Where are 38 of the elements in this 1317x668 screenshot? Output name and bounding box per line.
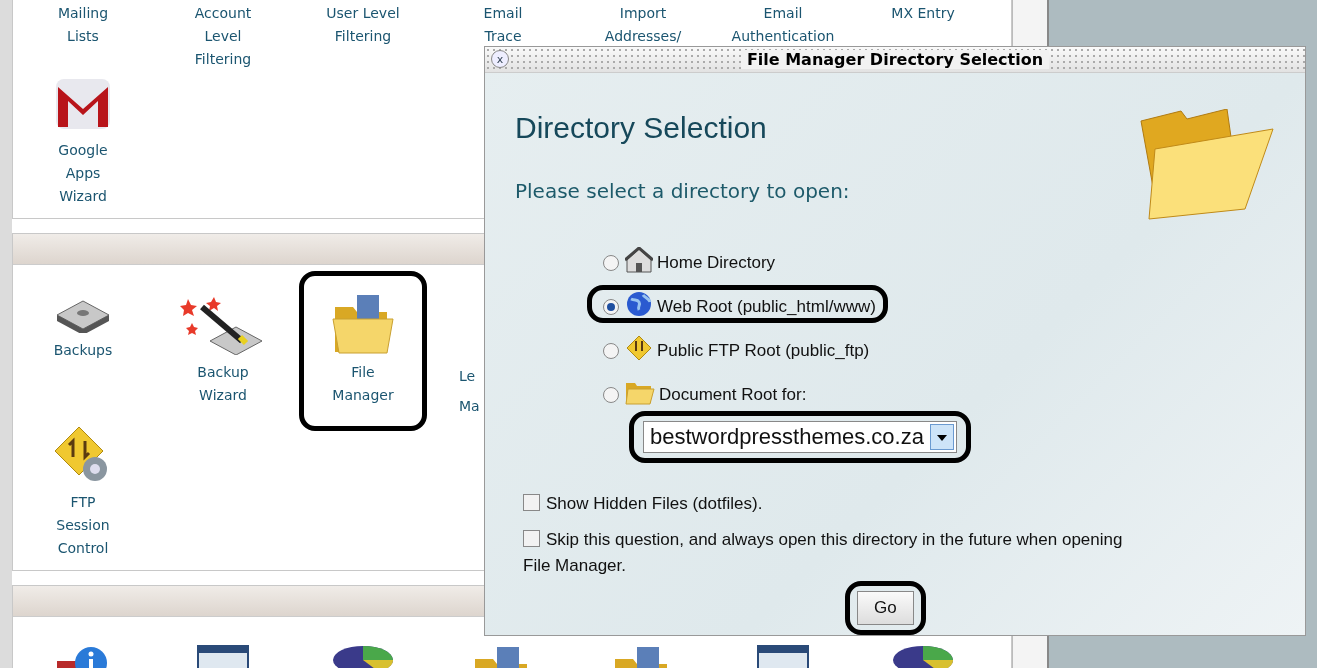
radio-button[interactable] bbox=[603, 255, 619, 271]
caret-icon bbox=[929, 424, 954, 450]
directory-option[interactable]: Web Root (public_html/www) bbox=[603, 291, 876, 317]
tool-link[interactable]: Le Ma bbox=[459, 361, 480, 421]
domain-dropdown[interactable]: bestwordpressthemes.co.za bbox=[643, 421, 957, 453]
radio-button[interactable] bbox=[603, 299, 619, 315]
tool-link[interactable]: Backup Wizard bbox=[197, 361, 249, 407]
folder-icon bbox=[331, 293, 395, 355]
tool-link[interactable]: Backups bbox=[53, 339, 113, 362]
tool-link[interactable]: FTP Session Control bbox=[56, 491, 110, 560]
tool-link[interactable]: File Manager bbox=[332, 361, 394, 407]
close-button[interactable]: x bbox=[491, 50, 509, 68]
house-icon bbox=[625, 247, 653, 273]
checkbox-label[interactable]: Skip this question, and always open this directory in the future when opening File Manager. bbox=[523, 527, 1138, 579]
directory-option[interactable]: Home Directory bbox=[603, 247, 776, 273]
checkbox[interactable] bbox=[523, 494, 540, 511]
pie-chart-icon bbox=[332, 645, 394, 668]
radio-button[interactable] bbox=[603, 387, 619, 403]
go-button[interactable]: Go bbox=[857, 591, 914, 625]
tool-link[interactable]: MX Entry bbox=[891, 2, 955, 25]
dialog-title: File Manager Directory Selection bbox=[740, 50, 1050, 69]
directory-option[interactable]: Document Root for: bbox=[603, 379, 807, 405]
prompt-text: Please select a directory to open: bbox=[515, 179, 851, 203]
tool-link[interactable]: User Level Filtering bbox=[326, 2, 400, 48]
globe-icon bbox=[625, 291, 653, 317]
directory-option[interactable]: Public FTP Root (public_ftp) bbox=[603, 335, 870, 361]
dialog-heading: Directory Selection bbox=[515, 111, 768, 145]
sign-arrows-icon bbox=[625, 335, 653, 361]
tool-link[interactable]: Import Addresses/ bbox=[604, 2, 682, 48]
radio-button[interactable] bbox=[603, 343, 619, 359]
tool-link[interactable]: Email Trace bbox=[483, 2, 523, 48]
tool-link[interactable]: Account Level Filtering bbox=[194, 2, 252, 71]
checkbox-label[interactable]: Show Hidden Files (dotfiles). bbox=[523, 491, 1138, 517]
tool-link[interactable]: Google Apps Wizard bbox=[58, 139, 108, 208]
tool-link[interactable]: Email Authentication bbox=[731, 2, 835, 48]
tool-link[interactable]: Mailing Lists bbox=[57, 2, 109, 48]
checkbox[interactable] bbox=[523, 530, 540, 547]
pie-chart-icon bbox=[892, 645, 954, 668]
